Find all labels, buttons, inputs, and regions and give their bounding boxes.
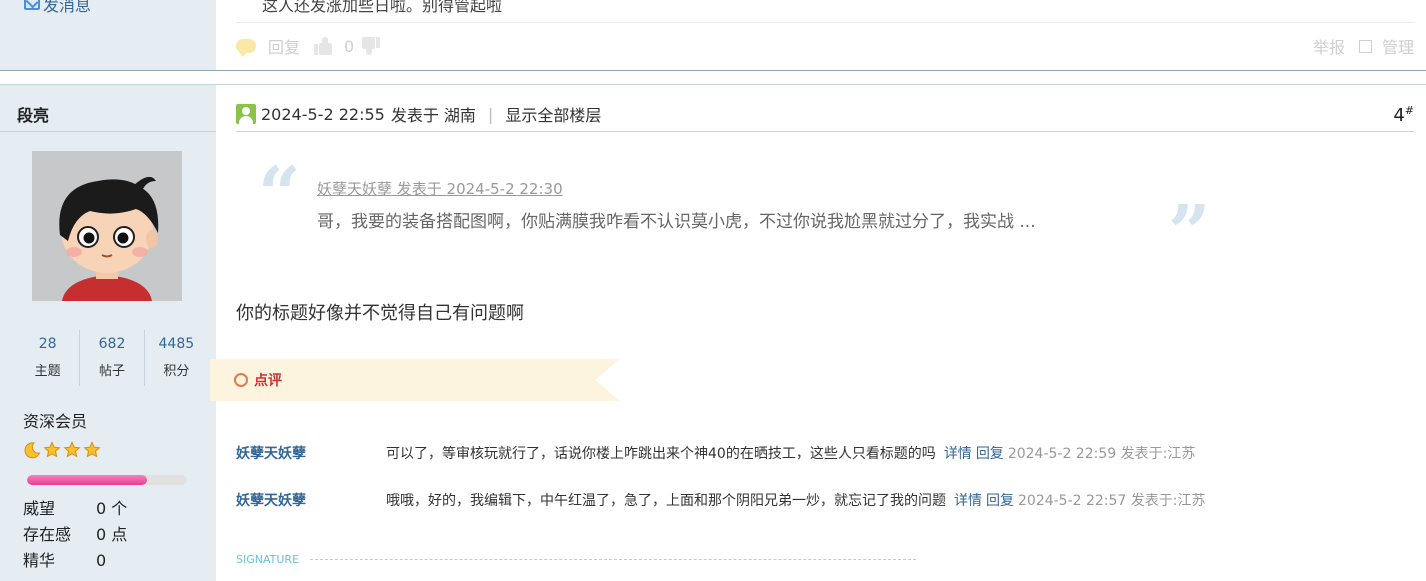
report-link[interactable]: 举报 (1313, 34, 1345, 58)
stat-value: 28 (38, 336, 57, 352)
star-icon (83, 441, 101, 458)
like-count: 0 (344, 36, 355, 56)
pipe-divider: | (487, 104, 494, 124)
send-message-link[interactable]: 发消息 (24, 0, 91, 16)
thumbs-down-icon[interactable] (362, 37, 381, 55)
stat-points[interactable]: 4485 积分 (145, 330, 208, 386)
attribute-key: 精华 (23, 551, 56, 570)
quote-close-mark-icon: ” (1168, 190, 1211, 276)
rank-stars (23, 441, 101, 459)
comment-time: 2024-5-2 22:59 发表于:江苏 (1007, 446, 1196, 462)
comment-detail-link[interactable]: 详情 (954, 490, 982, 510)
comment-ring-icon (234, 373, 248, 387)
manage-link[interactable]: 管理 (1382, 34, 1414, 58)
floor-number-link[interactable]: 4# (1393, 104, 1414, 126)
attribute-row: 精华 0 (23, 548, 127, 574)
posted-from: 发表于 湖南 (390, 106, 476, 125)
comment-text: 可以了，等审核玩就行了，话说你楼上咋跳出来个神40的在晒技工，这些人只看标题的吗 (386, 446, 936, 462)
quote-text: 哥，我要的装备搭配图啊，你贴满膜我咋看不认识莫小虎，不过你说我尬黑就过分了，我实… (317, 212, 1036, 232)
star-icon (43, 441, 61, 458)
comment-reply-link[interactable]: 回复 (976, 443, 1004, 463)
attribute-value: 0 (96, 551, 107, 570)
comment-reply-link[interactable]: 回复 (986, 490, 1014, 510)
attribute-key: 存在感 (23, 525, 72, 544)
comment-time: 2024-5-2 22:57 发表于:江苏 (1018, 493, 1206, 509)
manage-checkbox[interactable] (1358, 39, 1372, 53)
author-divider (0, 131, 216, 132)
post-body: 你的标题好像并不觉得自己有问题啊 (236, 303, 524, 324)
show-all-floors-link[interactable]: 显示全部楼层 (505, 102, 601, 126)
comment-text: 哦哦，好的，我编辑下，中午红温了，急了，上面和那个阴阳兄弟一炒，就忘记了我的问题 (386, 493, 946, 509)
post-actions: 回复 0 (236, 34, 392, 58)
quote-source-link[interactable]: 妖孽天妖孽 发表于 2024-5-2 22:30 (317, 178, 563, 199)
stat-value: 682 (98, 336, 126, 352)
stat-posts[interactable]: 682 帖子 (80, 330, 145, 386)
comments-header: 点评 (234, 370, 282, 390)
send-message-label: 发消息 (43, 0, 92, 15)
moon-icon (24, 442, 41, 459)
author-stats: 28 主题 682 帖子 4485 积分 (16, 330, 208, 386)
rank-title[interactable]: 资深会员 (23, 408, 87, 432)
comment-item: 妖孽天妖孽 哦哦，好的，我编辑下，中午红温了，急了，上面和那个阴阳兄弟一炒，就忘… (236, 488, 1206, 512)
rank-progress-fill (27, 475, 147, 485)
rank-progress-bar (27, 475, 187, 485)
author-name-link[interactable]: 段亮 (17, 102, 49, 126)
star-icon (63, 441, 81, 458)
stat-value: 4485 (158, 336, 195, 352)
thumbs-up-icon[interactable] (314, 37, 333, 55)
stat-label: 帖子 (98, 364, 125, 379)
attribute-key: 威望 (23, 499, 56, 518)
stat-label: 积分 (163, 364, 190, 379)
attribute-row: 威望 0 个 (23, 496, 127, 522)
author-attributes: 威望 0 个 存在感 0 点 精华 0 (23, 496, 127, 574)
avatar-cartoon-image (32, 151, 182, 301)
post-date: 2024-5-2 22:55 (261, 104, 385, 124)
comment-author-link[interactable]: 妖孽天妖孽 (236, 443, 386, 463)
signature-divider (310, 559, 916, 560)
post-header: 2024-5-2 22:55 发表于 湖南 | 显示全部楼层 (236, 102, 601, 126)
floor-number: 4 (1393, 105, 1405, 126)
divider (236, 22, 1414, 23)
floor-suffix: # (1404, 104, 1414, 117)
online-user-icon (236, 104, 256, 124)
comments-label: 点评 (254, 373, 282, 389)
signature-label: SIGNATURE (236, 553, 300, 566)
comment-detail-link[interactable]: 详情 (944, 443, 972, 463)
mail-icon (24, 0, 40, 10)
comment-item: 妖孽天妖孽 可以了，等审核玩就行了，话说你楼上咋跳出来个神40的在晒技工，这些人… (236, 441, 1195, 465)
stat-threads[interactable]: 28 主题 (16, 330, 81, 386)
attribute-value: 0 点 (96, 525, 128, 544)
attribute-value: 0 个 (96, 499, 128, 518)
avatar[interactable] (32, 151, 182, 301)
header-divider (236, 131, 1414, 132)
post-admin-actions: 举报 管理 (1313, 34, 1414, 58)
attribute-row: 存在感 0 点 (23, 522, 127, 548)
post-separator (0, 70, 1426, 71)
reply-button[interactable]: 回复 (268, 34, 300, 58)
stat-label: 主题 (34, 364, 61, 379)
previous-post-text: 这人还发涨加些日啦。别得管起啦 (262, 0, 503, 15)
quote-open-mark-icon: “ (258, 152, 301, 238)
comment-author-link[interactable]: 妖孽天妖孽 (236, 490, 386, 510)
reply-bubble-icon[interactable] (236, 39, 256, 57)
